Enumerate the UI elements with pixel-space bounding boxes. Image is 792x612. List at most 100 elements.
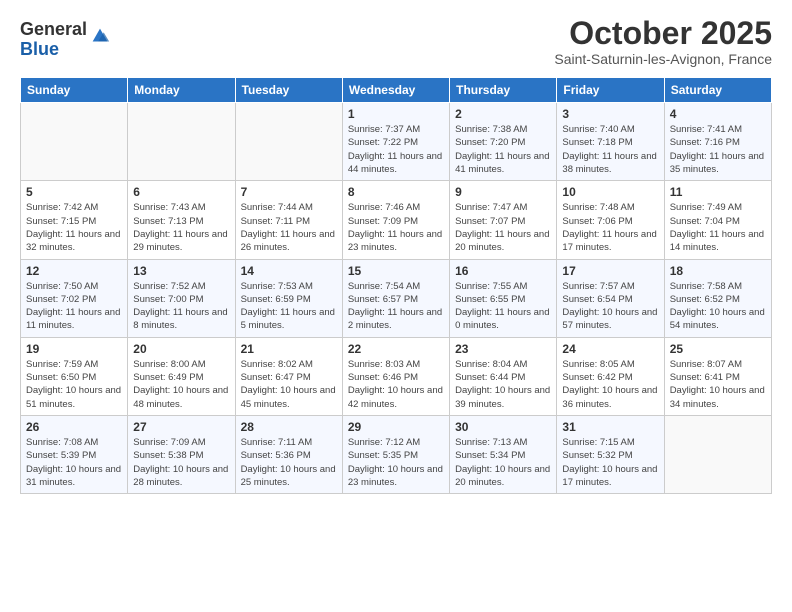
calendar-cell: 26 Sunrise: 7:08 AM Sunset: 5:39 PM Dayli… [21,415,128,493]
logo-general: General [20,20,87,40]
calendar-cell: 24 Sunrise: 8:05 AM Sunset: 6:42 PM Dayli… [557,337,664,415]
calendar-cell: 15 Sunrise: 7:54 AM Sunset: 6:57 PM Dayli… [342,259,449,337]
day-detail: Sunrise: 7:52 AM Sunset: 7:00 PM Dayligh… [133,281,227,332]
weekday-header-row: SundayMondayTuesdayWednesdayThursdayFrid… [21,78,772,103]
calendar-cell: 6Sunrise: 7:43 AM Sunset: 7:13 PM Daylig… [128,181,235,259]
weekday-header-thursday: Thursday [450,78,557,103]
day-detail: Sunrise: 7:09 AM Sunset: 5:38 PM Dayligh… [133,437,228,488]
day-number: 7 [241,185,337,199]
weekday-header-tuesday: Tuesday [235,78,342,103]
calendar-cell: 21Sunrise: 8:02 AM Sunset: 6:47 PM Dayli… [235,337,342,415]
day-number: 16 [455,264,551,278]
day-number: 3 [562,107,658,121]
calendar-cell: 20 Sunrise: 8:00 AM Sunset: 6:49 PM Dayli… [128,337,235,415]
weekday-header-saturday: Saturday [664,78,771,103]
day-number: 18 [670,264,766,278]
day-detail: Sunrise: 8:00 AM Sunset: 6:49 PM Dayligh… [133,359,228,410]
calendar-cell: 18Sunrise: 7:58 AM Sunset: 6:52 PM Dayli… [664,259,771,337]
calendar-cell: 1Sunrise: 7:37 AM Sunset: 7:22 PM Daylig… [342,103,449,181]
calendar-cell: 30 Sunrise: 7:13 AM Sunset: 5:34 PM Dayli… [450,415,557,493]
calendar-cell: 13 Sunrise: 7:52 AM Sunset: 7:00 PM Dayli… [128,259,235,337]
calendar-cell: 9 Sunrise: 7:47 AM Sunset: 7:07 PM Daylig… [450,181,557,259]
month-title: October 2025 [554,16,772,51]
page: General Blue October 2025 Saint-Saturnin… [0,0,792,514]
calendar-cell: 28 Sunrise: 7:11 AM Sunset: 5:36 PM Dayli… [235,415,342,493]
day-number: 6 [133,185,229,199]
calendar-cell [128,103,235,181]
calendar-cell: 14 Sunrise: 7:53 AM Sunset: 6:59 PM Dayli… [235,259,342,337]
day-number: 17 [562,264,658,278]
day-number: 26 [26,420,122,434]
day-number: 10 [562,185,658,199]
day-detail: Sunrise: 7:59 AM Sunset: 6:50 PM Dayligh… [26,359,121,410]
day-detail: Sunrise: 7:13 AM Sunset: 5:34 PM Dayligh… [455,437,550,488]
day-number: 25 [670,342,766,356]
day-number: 15 [348,264,444,278]
day-number: 2 [455,107,551,121]
day-detail: Sunrise: 7:38 AM Sunset: 7:20 PM Dayligh… [455,124,549,175]
calendar-cell: 11Sunrise: 7:49 AM Sunset: 7:04 PM Dayli… [664,181,771,259]
day-number: 19 [26,342,122,356]
calendar-cell: 29Sunrise: 7:12 AM Sunset: 5:35 PM Dayli… [342,415,449,493]
day-detail: Sunrise: 7:46 AM Sunset: 7:09 PM Dayligh… [348,202,442,253]
calendar-cell: 8 Sunrise: 7:46 AM Sunset: 7:09 PM Daylig… [342,181,449,259]
calendar-cell: 3 Sunrise: 7:40 AM Sunset: 7:18 PM Daylig… [557,103,664,181]
weekday-header-monday: Monday [128,78,235,103]
day-number: 24 [562,342,658,356]
day-detail: Sunrise: 7:08 AM Sunset: 5:39 PM Dayligh… [26,437,121,488]
day-detail: Sunrise: 7:40 AM Sunset: 7:18 PM Dayligh… [562,124,656,175]
week-row-4: 26 Sunrise: 7:08 AM Sunset: 5:39 PM Dayli… [21,415,772,493]
header: General Blue October 2025 Saint-Saturnin… [20,16,772,67]
day-number: 9 [455,185,551,199]
day-number: 4 [670,107,766,121]
week-row-3: 19 Sunrise: 7:59 AM Sunset: 6:50 PM Dayli… [21,337,772,415]
calendar-cell: 2 Sunrise: 7:38 AM Sunset: 7:20 PM Daylig… [450,103,557,181]
day-number: 13 [133,264,229,278]
weekday-header-wednesday: Wednesday [342,78,449,103]
day-number: 27 [133,420,229,434]
logo-icon [89,25,111,47]
calendar-cell: 25Sunrise: 8:07 AM Sunset: 6:41 PM Dayli… [664,337,771,415]
location: Saint-Saturnin-les-Avignon, France [554,51,772,67]
calendar-table: SundayMondayTuesdayWednesdayThursdayFrid… [20,77,772,494]
day-number: 20 [133,342,229,356]
day-detail: Sunrise: 7:53 AM Sunset: 6:59 PM Dayligh… [241,281,335,332]
day-number: 14 [241,264,337,278]
day-detail: Sunrise: 7:42 AM Sunset: 7:15 PM Dayligh… [26,202,120,253]
calendar-cell: 5 Sunrise: 7:42 AM Sunset: 7:15 PM Daylig… [21,181,128,259]
calendar-cell: 10 Sunrise: 7:48 AM Sunset: 7:06 PM Dayli… [557,181,664,259]
day-detail: Sunrise: 8:03 AM Sunset: 6:46 PM Dayligh… [348,359,443,410]
calendar-cell: 7 Sunrise: 7:44 AM Sunset: 7:11 PM Daylig… [235,181,342,259]
weekday-header-sunday: Sunday [21,78,128,103]
week-row-1: 5 Sunrise: 7:42 AM Sunset: 7:15 PM Daylig… [21,181,772,259]
day-detail: Sunrise: 7:50 AM Sunset: 7:02 PM Dayligh… [26,281,120,332]
day-number: 28 [241,420,337,434]
calendar-cell: 4 Sunrise: 7:41 AM Sunset: 7:16 PM Daylig… [664,103,771,181]
day-detail: Sunrise: 7:48 AM Sunset: 7:06 PM Dayligh… [562,202,656,253]
day-number: 1 [348,107,444,121]
day-detail: Sunrise: 8:02 AM Sunset: 6:47 PM Dayligh… [241,359,336,410]
logo: General Blue [20,20,111,60]
calendar-cell: 17 Sunrise: 7:57 AM Sunset: 6:54 PM Dayli… [557,259,664,337]
day-detail: Sunrise: 7:44 AM Sunset: 7:11 PM Dayligh… [241,202,335,253]
calendar-cell: 31 Sunrise: 7:15 AM Sunset: 5:32 PM Dayli… [557,415,664,493]
day-detail: Sunrise: 7:47 AM Sunset: 7:07 PM Dayligh… [455,202,549,253]
day-detail: Sunrise: 7:15 AM Sunset: 5:32 PM Dayligh… [562,437,657,488]
logo-blue: Blue [20,40,87,60]
day-detail: Sunrise: 7:55 AM Sunset: 6:55 PM Dayligh… [455,281,549,332]
calendar-cell [664,415,771,493]
day-number: 5 [26,185,122,199]
calendar-cell: 22Sunrise: 8:03 AM Sunset: 6:46 PM Dayli… [342,337,449,415]
day-detail: Sunrise: 7:54 AM Sunset: 6:57 PM Dayligh… [348,281,442,332]
calendar-cell: 12Sunrise: 7:50 AM Sunset: 7:02 PM Dayli… [21,259,128,337]
day-number: 29 [348,420,444,434]
day-detail: Sunrise: 7:11 AM Sunset: 5:36 PM Dayligh… [241,437,336,488]
day-detail: Sunrise: 7:57 AM Sunset: 6:54 PM Dayligh… [562,281,657,332]
day-detail: Sunrise: 8:05 AM Sunset: 6:42 PM Dayligh… [562,359,657,410]
day-number: 23 [455,342,551,356]
day-number: 31 [562,420,658,434]
day-detail: Sunrise: 7:41 AM Sunset: 7:16 PM Dayligh… [670,124,764,175]
day-number: 11 [670,185,766,199]
day-number: 8 [348,185,444,199]
day-number: 30 [455,420,551,434]
